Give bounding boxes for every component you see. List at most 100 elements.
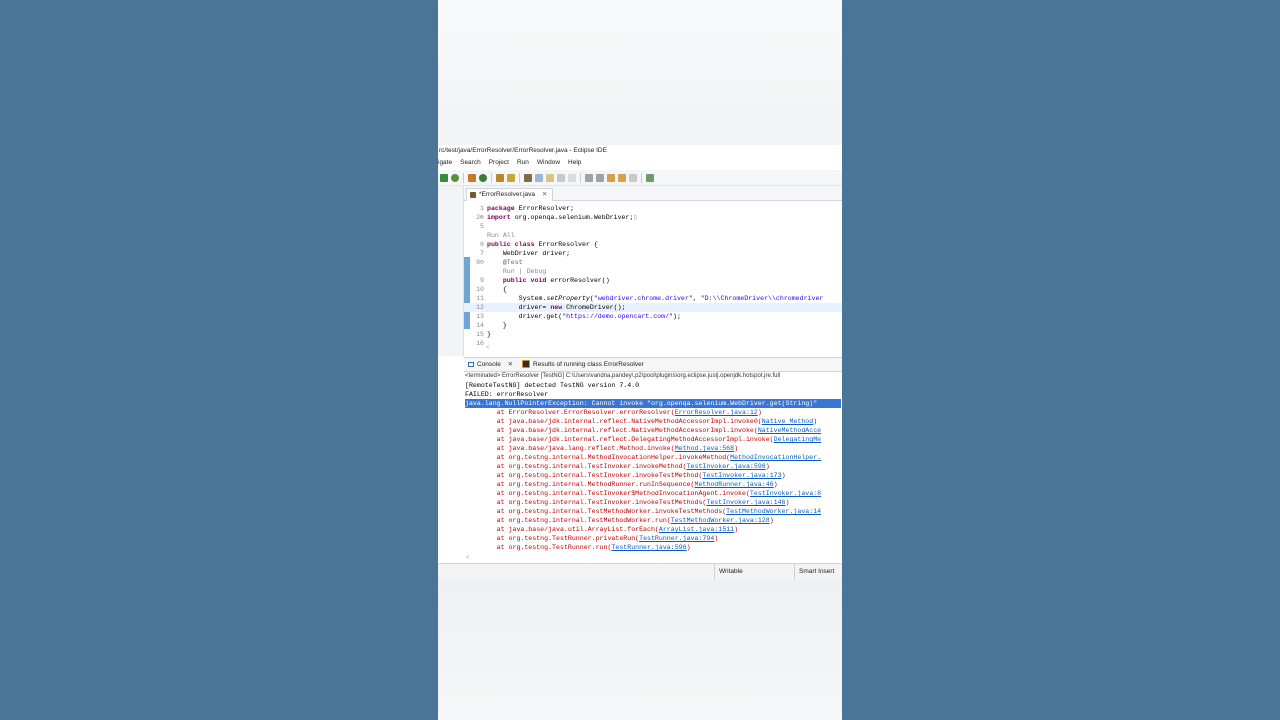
toolbar-separator — [580, 172, 581, 183]
code-line[interactable]: Run All — [464, 231, 842, 240]
source-link[interactable]: DelegatingMe — [774, 436, 821, 443]
prev-annotation-icon[interactable] — [596, 173, 604, 182]
source-link[interactable]: TestMethodWorker.java:14 — [726, 508, 821, 515]
source-link[interactable]: MethodRunner.java:46 — [695, 481, 774, 488]
new-class-icon[interactable] — [507, 173, 515, 182]
toggle-mark-occurrences-icon[interactable] — [535, 173, 543, 182]
external-tools-icon[interactable] — [468, 173, 476, 182]
stack-frame-text: at org.testng.internal.MethodRunner.runI… — [465, 481, 695, 488]
line-number: 9 — [480, 277, 484, 284]
back-icon[interactable] — [618, 173, 626, 182]
console-output[interactable]: <terminated> ErrorResolver [TestNG] C:\U… — [464, 372, 842, 557]
code-line[interactable]: 5 — [464, 222, 842, 231]
source-link[interactable]: ArrayList.java:1511 — [659, 526, 734, 533]
tab-console-label: Console — [477, 361, 501, 368]
tab-label: *ErrorResolver.java — [479, 191, 535, 198]
stack-frame-text: at java.base/java.lang.reflect.Method.in… — [465, 445, 675, 452]
window-title: rc/test/java/ErrorResolver/ErrorResolver… — [439, 147, 607, 154]
code-line[interactable]: 13 driver.get("https://demo.opencart.com… — [464, 312, 842, 321]
source-link[interactable]: ErrorResolver.java:12 — [675, 409, 758, 416]
console-terminated-label: <terminated> ErrorResolver [TestNG] C:\U… — [465, 373, 781, 379]
stack-frame-text: at org.testng.internal.TestInvoker$Metho… — [465, 490, 750, 497]
menu-item-window[interactable]: Window — [537, 157, 560, 169]
source-link[interactable]: TestInvoker.java:8 — [750, 490, 821, 497]
code-line[interactable]: 7 WebDriver driver; — [464, 249, 842, 258]
code-line[interactable]: 6 public class ErrorResolver { — [464, 240, 842, 249]
menu-item-igate[interactable]: igate — [438, 157, 452, 169]
stack-frame-text: at org.testng.TestRunner.run( — [465, 544, 612, 551]
code-token: WebDriver — [487, 250, 543, 257]
debug-icon[interactable] — [451, 173, 459, 182]
stack-trace-line: at org.testng.internal.TestMethodWorker.… — [465, 516, 841, 525]
show-whitespace-icon[interactable] — [557, 173, 565, 182]
code-text: package ErrorResolver; — [487, 204, 574, 213]
stack-frame-end: ) — [734, 445, 739, 452]
line-number: 7 — [480, 250, 484, 257]
source-link[interactable]: TestMethodWorker.java:128 — [671, 517, 770, 524]
stack-trace-line: at java.base/java.util.ArrayList.forEach… — [465, 525, 841, 534]
last-edit-icon[interactable] — [607, 173, 615, 182]
source-link[interactable]: MethodInvocationHelper. — [730, 454, 821, 461]
code-editor[interactable]: 1 package ErrorResolver; 2⊕ import org.open… — [464, 202, 842, 347]
line-number: 1 — [480, 205, 484, 212]
menu-item-help[interactable]: Help — [568, 157, 581, 169]
console-line[interactable]: FAILED: errorResolver — [465, 390, 841, 399]
code-line[interactable]: 11 System.setProperty("webdriver.chrome.… — [464, 294, 842, 303]
stack-trace-line: at org.testng.TestRunner.run(TestRunner.… — [465, 543, 841, 552]
console-exception-line[interactable]: java.lang.NullPointerException: Cannot i… — [465, 399, 841, 408]
coverage-icon[interactable] — [479, 173, 487, 182]
code-line[interactable]: Run | Debug — [464, 267, 842, 276]
toolbar-separator — [463, 172, 464, 183]
pilcrow-icon[interactable] — [568, 173, 576, 182]
close-icon[interactable]: ✕ — [508, 361, 513, 368]
code-line[interactable]: 15} — [464, 330, 842, 339]
tab-errorresolver-java[interactable]: *ErrorResolver.java ✕ — [466, 188, 554, 201]
code-line[interactable]: 1 package ErrorResolver; — [464, 204, 842, 213]
code-line[interactable]: 10 { — [464, 285, 842, 294]
tab-console[interactable]: Console ✕ — [468, 358, 513, 372]
stack-frame-end: ) — [686, 544, 691, 551]
source-link[interactable]: Native Method — [762, 418, 813, 425]
next-annotation-icon[interactable] — [585, 173, 593, 182]
new-package-icon[interactable] — [496, 173, 504, 182]
source-link[interactable]: TestInvoker.java:146 — [706, 499, 785, 506]
code-text: Run All — [487, 231, 515, 240]
source-link[interactable]: TestRunner.java:596 — [611, 544, 686, 551]
console-line[interactable]: [RemoteTestNG] detected TestNG version 7… — [465, 381, 841, 390]
open-perspective-icon[interactable] — [646, 173, 654, 182]
stack-frame-text: at java.base/java.util.ArrayList.forEach… — [465, 526, 659, 533]
code-text: { — [487, 285, 507, 294]
code-text: } — [487, 330, 491, 339]
code-line[interactable]: 8⊖ @Test — [464, 258, 842, 267]
close-icon[interactable]: ✕ — [542, 191, 547, 198]
forward-icon[interactable] — [629, 173, 637, 182]
stack-trace-line: at org.testng.internal.MethodRunner.runI… — [465, 480, 841, 489]
source-link[interactable]: NativeMethodAcce — [758, 427, 821, 434]
source-link[interactable]: TestRunner.java:794 — [639, 535, 714, 542]
toggle-highlight-icon[interactable] — [546, 173, 554, 182]
open-type-icon[interactable] — [524, 173, 532, 182]
code-line[interactable]: 12 driver= new ChromeDriver(); — [464, 303, 842, 312]
code-line[interactable]: 9 public void errorResolver() — [464, 276, 842, 285]
code-line[interactable]: 2⊕ import org.openqa.selenium.WebDriver;▯ — [464, 213, 842, 222]
run-icon[interactable] — [440, 173, 448, 182]
console-tab-bar: Console ✕ Results of running class Error… — [464, 357, 842, 372]
console-horizontal-scrollbar[interactable]: < — [464, 555, 842, 563]
code-token: driver; — [542, 250, 571, 257]
source-link[interactable]: TestInvoker.java:598 — [687, 463, 766, 470]
editor-horizontal-scrollbar[interactable]: < — [464, 345, 842, 353]
source-link[interactable]: TestInvoker.java:173 — [702, 472, 781, 479]
menu-item-search[interactable]: Search — [460, 157, 481, 169]
tab-testng-results[interactable]: Results of running class ErrorResolver — [522, 358, 644, 372]
package-explorer-collapsed — [438, 186, 464, 356]
line-number: 8⊖ — [476, 259, 484, 266]
menu-item-project[interactable]: Project — [489, 157, 509, 169]
menu-bar: igate Search Project Run Window Help — [438, 157, 842, 169]
source-link[interactable]: Method.java:568 — [675, 445, 734, 452]
stack-frame-text: at java.base/jdk.internal.reflect.Native… — [465, 418, 762, 425]
menu-item-run[interactable]: Run — [517, 157, 529, 169]
code-text: public class ErrorResolver { — [487, 240, 598, 249]
code-line[interactable]: 14 } — [464, 321, 842, 330]
stack-trace-line: at org.testng.internal.TestInvoker.invok… — [465, 498, 841, 507]
code-text: driver.get("https://demo.opencart.com/")… — [487, 312, 681, 321]
